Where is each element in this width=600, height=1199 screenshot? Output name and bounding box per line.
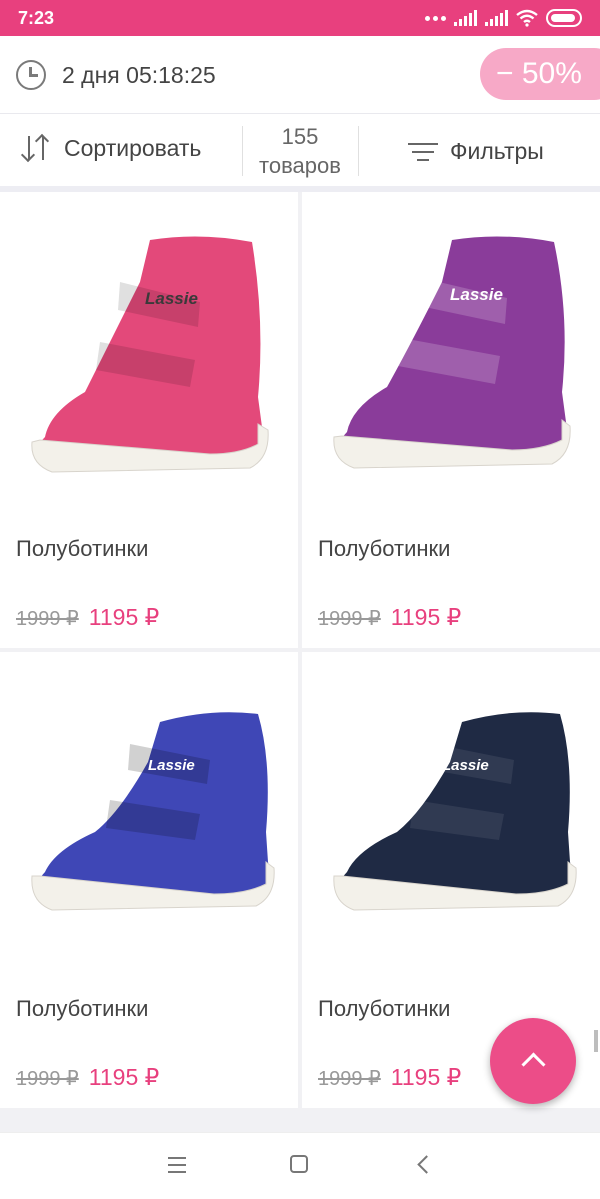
product-card[interactable]: Lassie Полуботинки 1999 ₽ 1195 ₽ <box>0 652 298 1108</box>
status-bar: 7:23 <box>0 0 600 36</box>
product-name: Полуботинки <box>318 536 451 561</box>
filter-icon <box>408 141 438 163</box>
product-count: 155 товаров <box>243 122 357 180</box>
sort-label: Сортировать <box>64 134 202 161</box>
product-name: Полуботинки <box>16 536 149 561</box>
price-group: 1999 ₽ 1195 ₽ <box>16 1064 159 1091</box>
product-image: Lassie <box>302 652 600 982</box>
signal-icon <box>485 10 508 26</box>
sort-button[interactable]: Сортировать <box>22 134 201 162</box>
old-price: 1999 ₽ <box>318 1068 381 1090</box>
count-label: товаров <box>259 153 341 178</box>
status-time: 7:23 <box>18 7 55 28</box>
scroll-to-top-button[interactable] <box>490 1018 576 1104</box>
home-icon[interactable] <box>290 1155 308 1173</box>
old-price: 1999 ₽ <box>16 1068 79 1090</box>
countdown-timer: 2 дня 05:18:25 <box>62 62 216 88</box>
promo-bar: 2 дня 05:18:25 − 50% <box>0 36 600 114</box>
price-group: 1999 ₽ 1195 ₽ <box>318 1064 461 1091</box>
signal-icon <box>454 10 477 26</box>
product-image: Lassie <box>0 652 298 982</box>
product-image: Lassie <box>0 192 298 522</box>
product-grid: Lassie Полуботинки 1999 ₽ 1195 ₽ Lassie … <box>0 192 600 1132</box>
sale-price: 1195 ₽ <box>390 1064 462 1090</box>
sale-price: 1195 ₽ <box>390 604 462 630</box>
system-icons <box>425 9 582 27</box>
old-price: 1999 ₽ <box>318 608 381 630</box>
product-image: Lassie <box>302 192 600 522</box>
product-name: Полуботинки <box>16 996 149 1021</box>
old-price: 1999 ₽ <box>16 608 79 630</box>
wifi-icon <box>516 9 538 27</box>
sale-price: 1195 ₽ <box>88 1064 160 1090</box>
scrollbar[interactable] <box>594 1030 598 1052</box>
product-card[interactable]: Lassie Полуботинки 1999 ₽ 1195 ₽ <box>0 192 298 648</box>
count-number: 155 <box>281 124 319 149</box>
sort-arrows-icon <box>22 134 54 162</box>
filter-label: Фильтры <box>450 138 544 164</box>
clock-icon <box>16 60 46 90</box>
divider <box>358 126 359 176</box>
more-dots-icon <box>425 15 446 21</box>
product-card[interactable]: Lassie Полуботинки 1999 ₽ 1195 ₽ <box>302 192 600 648</box>
discount-badge: − 50% <box>480 48 600 100</box>
sort-filter-toolbar: Сортировать 155 товаров Фильтры <box>0 114 600 186</box>
menu-icon[interactable] <box>168 1157 186 1173</box>
battery-icon <box>546 9 582 27</box>
svg-text:Lassie: Lassie <box>450 285 503 304</box>
svg-text:Lassie: Lassie <box>442 757 489 774</box>
price-group: 1999 ₽ 1195 ₽ <box>16 604 159 631</box>
system-nav-bar <box>0 1132 600 1199</box>
svg-text:Lassie: Lassie <box>148 757 195 774</box>
filter-button[interactable]: Фильтры <box>408 138 544 165</box>
product-name: Полуботинки <box>318 996 451 1021</box>
price-group: 1999 ₽ 1195 ₽ <box>318 604 461 631</box>
svg-text:Lassie: Lassie <box>145 289 198 308</box>
back-icon[interactable] <box>417 1155 436 1174</box>
sale-price: 1195 ₽ <box>88 604 160 630</box>
